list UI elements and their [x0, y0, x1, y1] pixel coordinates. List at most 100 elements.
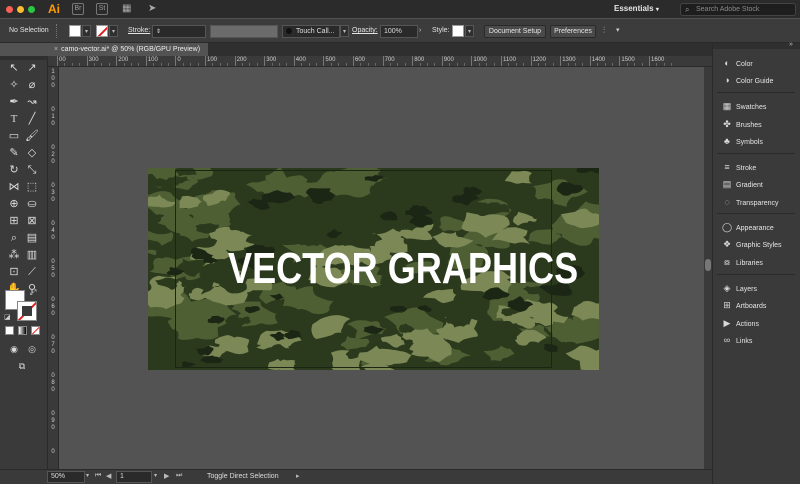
style-dropdown-icon[interactable]: ▾	[465, 25, 474, 37]
panel-item-layers[interactable]: ◈ Layers	[720, 281, 800, 295]
panel-item-swatches[interactable]: ▦ Swatches	[720, 99, 800, 113]
search-stock-input[interactable]: ⌕ Search Adobe Stock	[680, 3, 796, 16]
panel-item-libraries[interactable]: ⧇ Libraries	[720, 255, 800, 269]
curvature-tool-icon[interactable]: ↝	[24, 94, 40, 110]
panel-item-symbols[interactable]: ♣ Symbols	[720, 134, 800, 148]
workspace-switcher[interactable]: Essentials ▾	[614, 3, 676, 15]
panel-item-artboards[interactable]: ⊞ Artboards	[720, 298, 800, 312]
panel-item-label: Color	[736, 61, 753, 68]
stroke-weight-field[interactable]: ⇕	[152, 25, 206, 38]
panel-item-color[interactable]: ◐ Color	[720, 56, 800, 70]
artboard-dropdown-icon[interactable]: ▾	[154, 472, 157, 479]
ruler-minor-tick	[249, 63, 251, 66]
variable-width-profile[interactable]	[210, 25, 278, 38]
eyedropper-tool-icon[interactable]: ⌕	[6, 230, 22, 246]
draw-behind-icon[interactable]: ◎	[24, 341, 40, 357]
free-transform-tool-icon[interactable]: ⬚	[24, 179, 40, 195]
opacity-chevron-icon[interactable]: ›	[419, 26, 427, 36]
column-graph-tool-icon[interactable]: ▥	[24, 247, 40, 263]
panel-item-actions[interactable]: ▶ Actions	[720, 316, 800, 330]
preferences-button[interactable]: Preferences	[550, 25, 596, 38]
fill-dropdown-icon[interactable]: ▾	[82, 25, 91, 37]
draw-normal-icon[interactable]: ◉	[6, 341, 22, 357]
panel-item-color-guide[interactable]: ◑ Color Guide	[720, 73, 800, 87]
zoom-dropdown-icon[interactable]: ▾	[86, 472, 89, 479]
selection-tool-icon[interactable]: ↖	[6, 60, 22, 76]
close-window-button[interactable]	[6, 6, 13, 13]
collapse-panels-icon[interactable]: »	[789, 41, 793, 48]
type-tool-icon[interactable]: T	[6, 111, 22, 127]
stock-icon[interactable]: St	[96, 3, 108, 15]
status-arrow-icon[interactable]: ▸	[296, 472, 300, 480]
line-segment-tool-icon[interactable]: ╱	[24, 111, 40, 127]
panel-item-transparency[interactable]: ◌ Transparency	[720, 195, 800, 209]
live-paint-bucket-tool-icon[interactable]: ⛀	[24, 196, 40, 212]
panel-item-brushes[interactable]: ✤ Brushes	[720, 117, 800, 131]
fill-swatch[interactable]	[69, 25, 81, 37]
panel-item-graphic-styles[interactable]: ❖ Graphic Styles	[720, 237, 800, 251]
shaper-tool-icon[interactable]: ✎	[6, 145, 22, 161]
magic-wand-tool-icon[interactable]: ✧	[6, 77, 22, 93]
paintbrush-tool-icon[interactable]: 🖌	[24, 128, 40, 144]
document-setup-button[interactable]: Document Setup	[484, 25, 546, 38]
ruler-label: 7	[51, 342, 55, 348]
document-tab[interactable]: × camo-vector.ai* @ 50% (RGB/GPU Preview)	[48, 43, 208, 56]
eraser-tool-icon[interactable]: ◇	[24, 145, 40, 161]
none-mode-icon[interactable]	[31, 326, 40, 335]
panel-item-gradient[interactable]: ▤ Gradient	[720, 177, 800, 191]
scale-tool-icon[interactable]: ⤡	[24, 162, 40, 178]
stroke-dropdown-icon[interactable]: ▾	[109, 25, 118, 37]
headline-text[interactable]: VECTOR GRAPHICS	[228, 239, 578, 299]
graphic-style-swatch[interactable]	[452, 25, 464, 37]
send-icon[interactable]: ➤	[148, 3, 160, 15]
artboard-number-field[interactable]: 1	[116, 471, 152, 483]
zoom-window-button[interactable]	[28, 6, 35, 13]
swap-colors-icon[interactable]: ⤢	[30, 288, 40, 298]
next-artboard-icon[interactable]: ▶	[164, 472, 169, 480]
opacity-field[interactable]: 100%	[380, 25, 418, 38]
zoom-field[interactable]: 50%	[47, 471, 85, 483]
symbol-sprayer-tool-icon[interactable]: ⁂	[6, 247, 22, 263]
stroke-label[interactable]: Stroke:	[128, 26, 150, 36]
opacity-label[interactable]: Opacity:	[352, 26, 378, 36]
status-bar: 50% ▾ ⏮ ◀ 1 ▾ ▶ ⏭ Toggle Direct Selectio…	[0, 469, 712, 484]
gradient-tool-icon[interactable]: ▤	[24, 230, 40, 246]
stroke-color-box[interactable]	[17, 301, 37, 321]
vertical-scroll-thumb[interactable]	[705, 259, 711, 271]
direct-selection-tool-icon[interactable]: ↗	[24, 60, 40, 76]
panel-item-appearance[interactable]: ◯ Appearance	[720, 220, 800, 234]
artboard[interactable]: VECTOR GRAPHICS	[148, 168, 599, 370]
minimize-window-button[interactable]	[17, 6, 24, 13]
panel-item-links[interactable]: ∞ Links	[720, 333, 800, 347]
align-icon[interactable]: ⫶	[603, 24, 613, 36]
last-artboard-icon[interactable]: ⏭	[176, 472, 182, 480]
width-tool-icon[interactable]: ⋈	[6, 179, 22, 195]
bridge-icon[interactable]: Br	[72, 3, 84, 15]
vertical-scrollbar[interactable]	[704, 67, 712, 469]
perspective-grid-tool-icon[interactable]: ⊞	[6, 213, 22, 229]
gradient-mode-icon[interactable]	[18, 326, 27, 335]
panel-item-stroke[interactable]: ≡ Stroke	[720, 160, 800, 174]
ruler-label: 0	[51, 387, 55, 393]
close-tab-icon[interactable]: ×	[54, 46, 58, 53]
control-menu-icon[interactable]: ▾	[616, 25, 624, 37]
screen-mode-icon[interactable]: ⧉	[14, 358, 30, 374]
brush-dropdown-icon[interactable]: ▾	[340, 25, 349, 37]
previous-artboard-icon[interactable]: ◀	[106, 472, 111, 480]
brush-definition-field[interactable]: Touch Call...	[282, 25, 340, 38]
default-colors-icon[interactable]: ◪	[4, 314, 12, 322]
color-mode-icon[interactable]	[5, 326, 14, 335]
rotate-tool-icon[interactable]: ↻	[6, 162, 22, 178]
panels-dock-header[interactable]	[713, 43, 800, 49]
artboard-tool-icon[interactable]: ⊡	[6, 264, 22, 280]
ruler-minor-tick	[641, 63, 643, 66]
shape-builder-tool-icon[interactable]: ⊕	[6, 196, 22, 212]
first-artboard-icon[interactable]: ⏮	[95, 472, 101, 480]
pen-tool-icon[interactable]: ✒	[6, 94, 22, 110]
stroke-swatch[interactable]	[96, 25, 108, 37]
grid-layout-icon[interactable]: ▦	[122, 3, 134, 15]
slice-tool-icon[interactable]: ⟋	[24, 264, 40, 280]
mesh-tool-icon[interactable]: ⊠	[24, 213, 40, 229]
lasso-tool-icon[interactable]: ⌀	[24, 77, 40, 93]
rectangle-tool-icon[interactable]: ▭	[6, 128, 22, 144]
